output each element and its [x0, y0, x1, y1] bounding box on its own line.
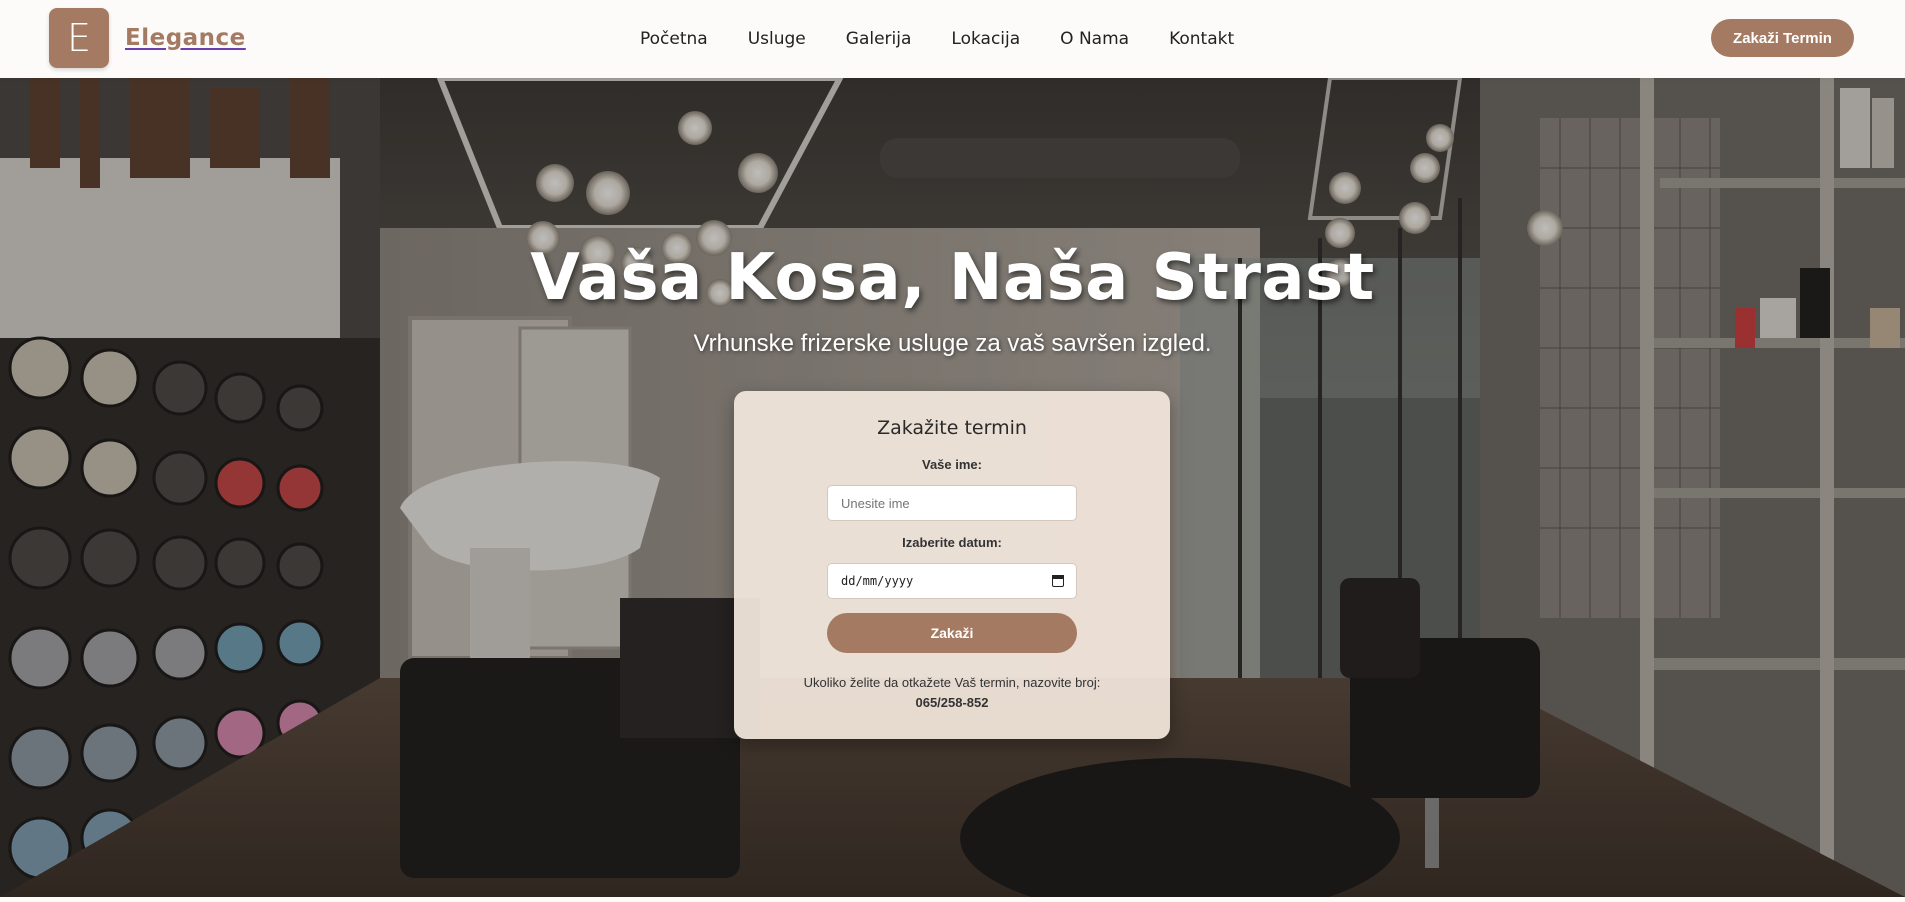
date-input-value: dd/mm/yyyy [841, 574, 914, 588]
nav-link-o-nama[interactable]: O Nama [1060, 29, 1129, 49]
nav-link-kontakt[interactable]: Kontakt [1169, 29, 1234, 49]
main-nav: Početna Usluge Galerija Lokacija O Nama … [640, 0, 1274, 78]
cancel-note: Ukoliko želite da otkažete Vaš termin, n… [734, 673, 1170, 713]
booking-form-title: Zakažite termin [877, 417, 1027, 439]
nav-link-pocetna[interactable]: Početna [640, 29, 708, 49]
book-appointment-button[interactable]: Zakaži Termin [1711, 19, 1854, 57]
nav-link-usluge[interactable]: Usluge [748, 29, 806, 49]
name-input[interactable]: Unesite ime [827, 485, 1077, 521]
name-label: Vaše ime: [922, 457, 982, 472]
logo-badge[interactable]: E [49, 8, 109, 68]
hero-section: Vaša Kosa, Naša Strast Vrhunske frizersk… [0, 78, 1905, 897]
navbar: E Elegance Početna Usluge Galerija Lokac… [0, 0, 1905, 78]
nav-link-lokacija[interactable]: Lokacija [951, 29, 1020, 49]
booking-form: Zakažite termin Vaše ime: Unesite ime Iz… [734, 391, 1170, 739]
cancel-note-text: Ukoliko želite da otkažete Vaš termin, n… [803, 675, 1101, 690]
nav-link-galerija[interactable]: Galerija [846, 29, 912, 49]
submit-booking-button[interactable]: Zakaži [827, 613, 1077, 653]
page-bottom-strip [0, 897, 1905, 902]
logo-letter: E [66, 16, 91, 60]
calendar-icon[interactable] [1052, 575, 1064, 587]
hero-title: Vaša Kosa, Naša Strast [530, 241, 1375, 315]
date-label: Izaberite datum: [902, 535, 1002, 550]
hero-subtitle: Vrhunske frizerske usluge za vaš savršen… [693, 330, 1212, 357]
date-input[interactable]: dd/mm/yyyy [827, 563, 1077, 599]
name-input-placeholder: Unesite ime [841, 495, 910, 511]
cancel-phone-number: 065/258-852 [915, 695, 989, 710]
brand-link[interactable]: Elegance [125, 25, 246, 51]
